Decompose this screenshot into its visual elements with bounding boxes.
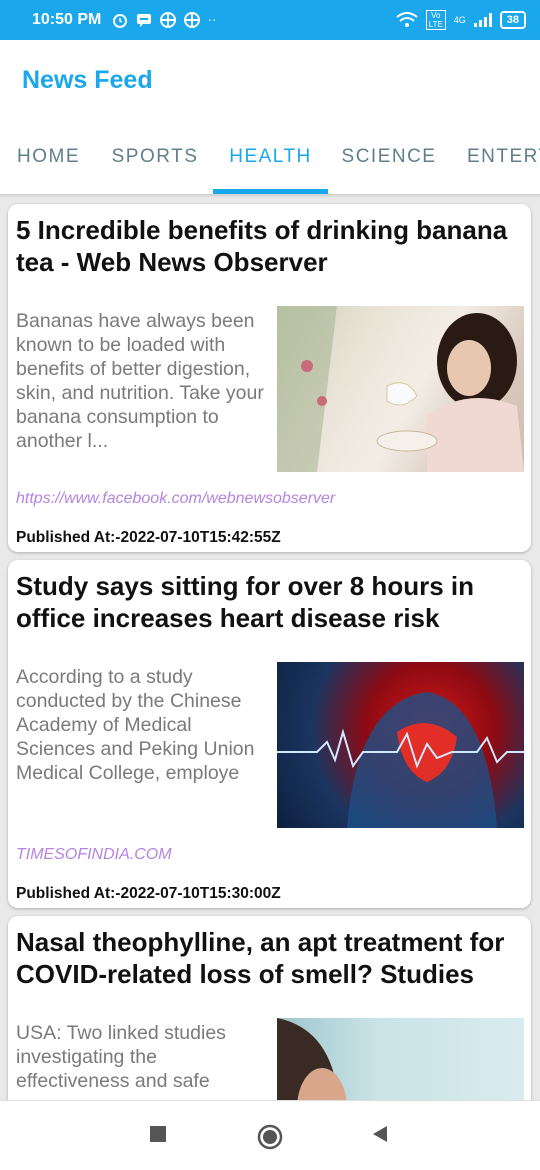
status-system-icons: Vo LTE 4G 38 xyxy=(396,10,526,30)
message-icon xyxy=(137,14,152,27)
article-published: Published At:-2022-07-10T15:42:55Z xyxy=(16,529,281,546)
recents-button[interactable] xyxy=(149,1125,167,1143)
category-tabs: HOME SPORTS HEALTH SCIENCE ENTERT xyxy=(0,120,540,194)
app-bar: News Feed xyxy=(0,40,540,120)
tab-entertainment[interactable]: ENTERT xyxy=(450,120,540,194)
recents-icon xyxy=(150,1126,166,1142)
article-description: Bananas have always been known to be loa… xyxy=(16,310,264,452)
article-description: USA: Two linked studies investigating th… xyxy=(16,1022,226,1092)
heart-pulse-photo xyxy=(277,692,524,828)
back-icon xyxy=(373,1126,387,1142)
alarm-icon xyxy=(113,14,128,28)
article-source[interactable]: TIMESOFINDIA.COM xyxy=(16,846,172,864)
article-description: According to a study conducted by the Ch… xyxy=(16,666,255,784)
status-notification-icons: ·· xyxy=(111,11,217,29)
article-image xyxy=(277,306,524,472)
article-card[interactable]: Nasal theophylline, an apt treatment for… xyxy=(8,916,531,1116)
tab-sports[interactable]: SPORTS xyxy=(97,120,213,194)
tab-health[interactable]: HEALTH xyxy=(213,120,328,194)
tabs-shadow xyxy=(0,194,540,198)
woman-pouring-tea-photo xyxy=(277,306,524,472)
wifi-icon xyxy=(396,12,418,27)
tab-label: SPORTS xyxy=(111,146,199,167)
tab-label: ENTERT xyxy=(467,146,540,167)
tab-label: HOME xyxy=(17,146,80,167)
tab-label: SCIENCE xyxy=(341,146,437,167)
home-button[interactable] xyxy=(257,1124,283,1150)
article-title: Study says sitting for over 8 hours in o… xyxy=(16,571,474,633)
article-title: 5 Incredible benefits of drinking banana… xyxy=(16,215,508,277)
network-label: 4G xyxy=(453,15,466,25)
article-card[interactable]: 5 Incredible benefits of drinking banana… xyxy=(8,204,531,552)
article-card[interactable]: Study says sitting for over 8 hours in o… xyxy=(8,560,531,908)
volte-label: Vo LTE xyxy=(425,10,446,30)
status-bar: 10:50 PM ·· Vo LTE 4G 38 xyxy=(0,0,540,40)
home-icon xyxy=(257,1124,283,1150)
app-title: News Feed xyxy=(22,65,153,94)
tab-label: HEALTH xyxy=(229,146,312,167)
more-dots-icon: ·· xyxy=(207,11,217,27)
system-nav-bar xyxy=(0,1100,540,1170)
tab-science[interactable]: SCIENCE xyxy=(328,120,450,194)
game-icon xyxy=(184,12,201,28)
battery-indicator: 38 xyxy=(499,11,526,29)
article-image xyxy=(277,662,524,828)
article-source[interactable]: https://www.facebook.com/webnewsobserver xyxy=(16,490,335,508)
article-title: Nasal theophylline, an apt treatment for… xyxy=(16,927,505,989)
article-published: Published At:-2022-07-10T15:30:00Z xyxy=(16,885,281,902)
tab-home[interactable]: HOME xyxy=(0,120,97,194)
signal-icon xyxy=(473,13,492,27)
status-time: 10:50 PM xyxy=(32,11,102,28)
game-icon xyxy=(160,12,177,28)
back-button[interactable] xyxy=(371,1125,389,1143)
